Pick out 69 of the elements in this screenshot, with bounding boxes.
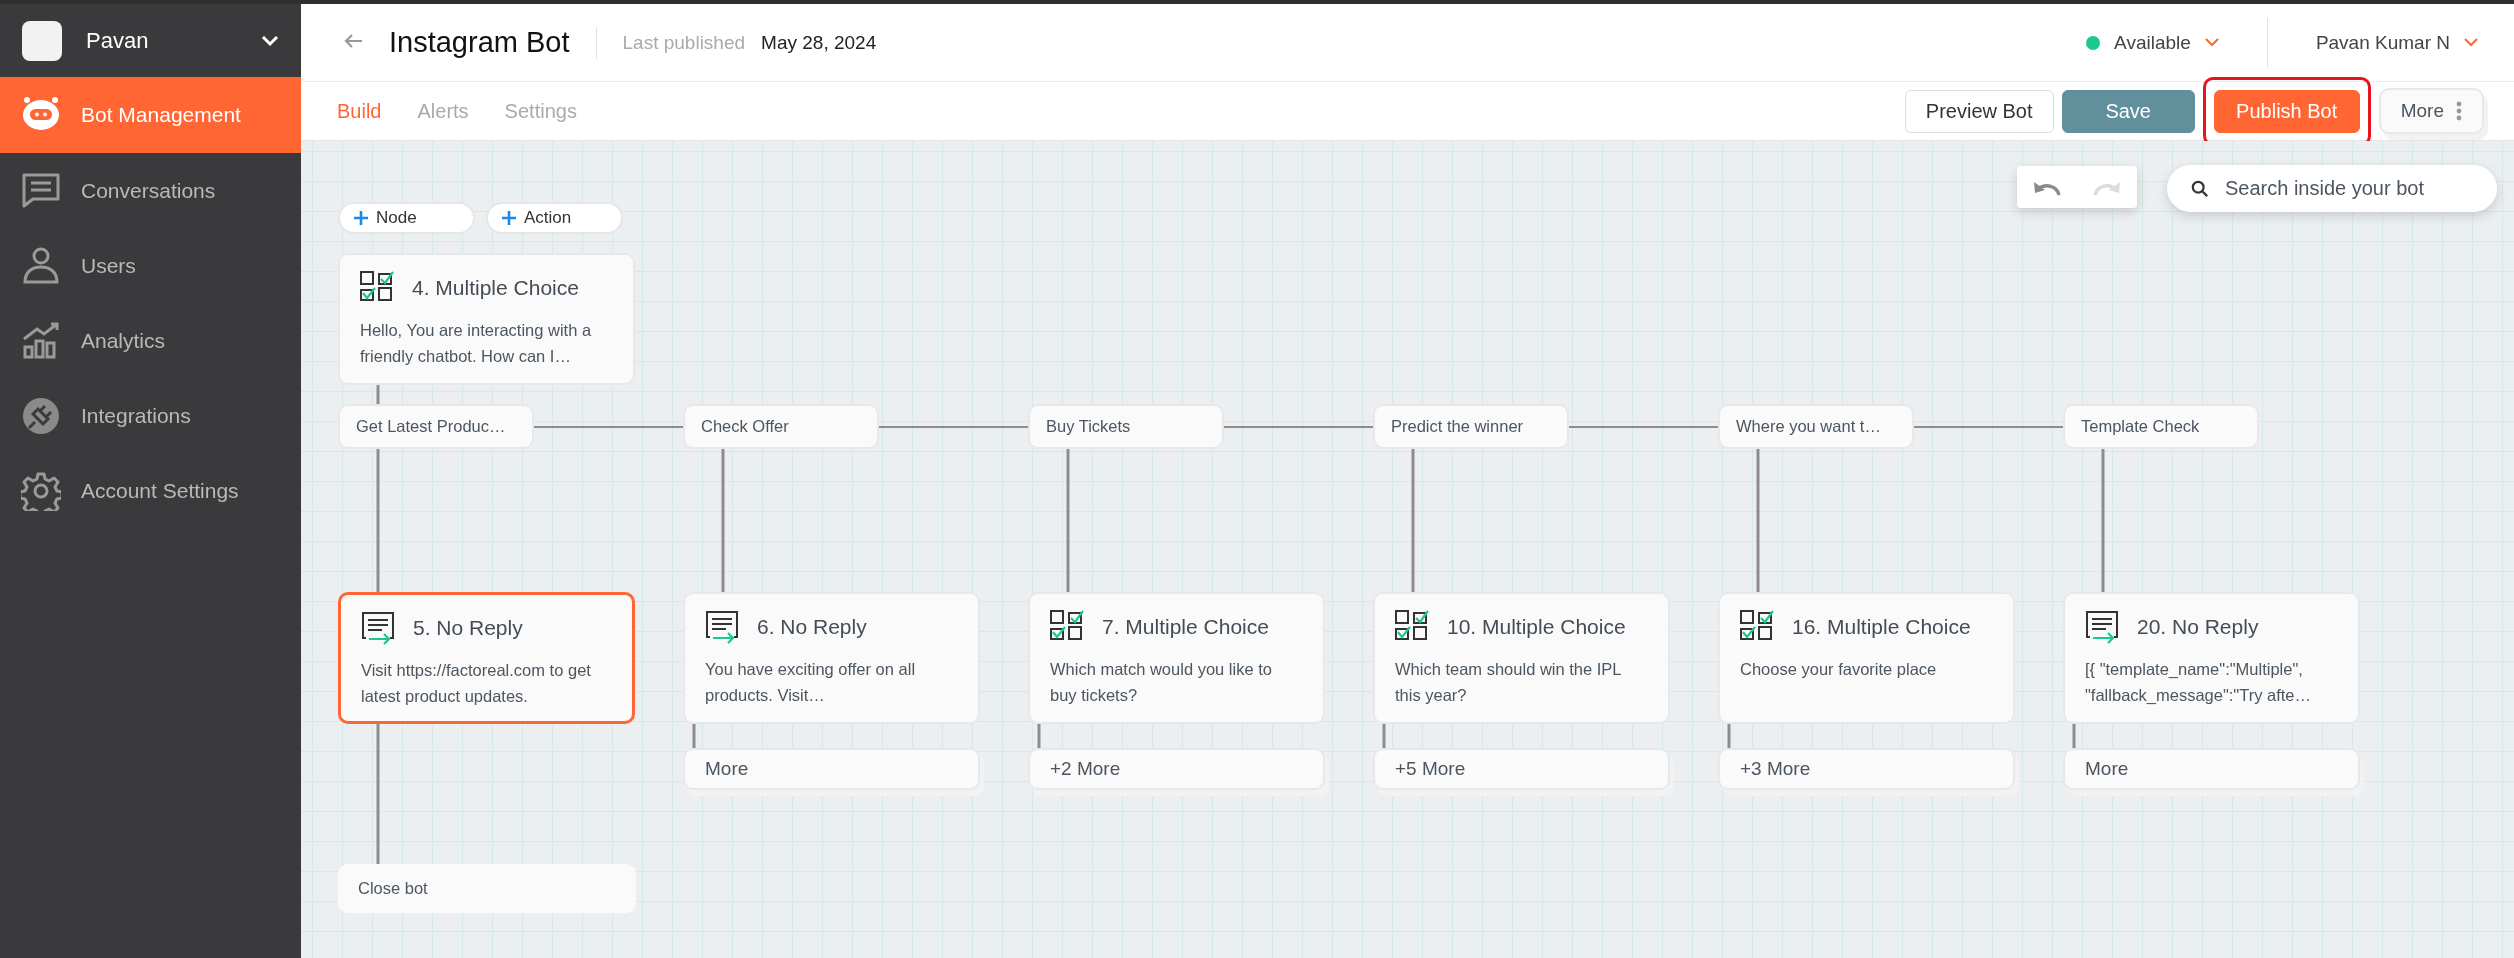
node-message: You have exciting offer on all products. Visit… [705, 659, 917, 706]
add-button[interactable]: Node [338, 202, 475, 234]
node-message: Choose your favorite place [1740, 659, 1938, 680]
node-title: 16. Multiple Choice [1792, 615, 1971, 639]
page-title: Instagram Bot [389, 26, 570, 59]
chevron-down-icon [2464, 38, 2478, 47]
node-title: 5. No Reply [413, 616, 523, 640]
node-card[interactable]: 16. Multiple Choice Choose your favorite place [1718, 592, 2015, 724]
search-input[interactable]: Search inside your bot [2223, 176, 2473, 201]
connector-line [1382, 724, 1386, 748]
status-dot [2086, 35, 2101, 50]
plus-icon [354, 211, 368, 225]
node-message: Hello, You are interacting with a friendly chatbot. How can I… [360, 320, 593, 367]
search-field[interactable]: Search inside your bot [2167, 165, 2497, 212]
connector-line [1727, 724, 1731, 748]
chevron-down-icon [261, 34, 279, 47]
message-arrow-icon [361, 611, 395, 645]
node-card[interactable]: 4. Multiple Choice Hello, You are interacting with a friendly chatbot. How can I… [338, 253, 635, 385]
node-message: Visit https://factoreal.com to get latest product updates. [361, 660, 592, 707]
node-message: Which team should win the IPL this year? [1395, 659, 1622, 706]
node-card[interactable]: 20. No Reply [{ "template_name":"Multiple", "fallback_message":"Try afte… [2063, 592, 2360, 724]
connector-line [692, 724, 696, 748]
option-chip[interactable]: Check Offer [683, 404, 879, 449]
user-dropdown[interactable]: Pavan Kumar N [2309, 30, 2484, 55]
node-title: 7. Multiple Choice [1102, 615, 1269, 639]
settings-icon [21, 470, 61, 511]
plus-icon [502, 211, 516, 225]
user-icon [21, 245, 61, 286]
message-arrow-icon [2085, 610, 2119, 644]
published-date: May 28, 2024 [761, 31, 877, 54]
add-button[interactable]: Action [486, 202, 623, 234]
workspace-logo [22, 20, 62, 61]
node-title: 10. Multiple Choice [1447, 615, 1626, 639]
message-arrow-icon [705, 610, 739, 644]
option-chip[interactable]: Where you want t… [1718, 404, 1914, 449]
node-title: 4. Multiple Choice [412, 276, 579, 300]
connector-line [2072, 724, 2076, 748]
node-card[interactable]: 5. No Reply Visit https://factoreal.com to get latest product updates. [338, 592, 635, 724]
node-title: 6. No Reply [757, 615, 867, 639]
sidebar-item[interactable]: Analytics [0, 303, 301, 378]
node-title: 20. No Reply [2137, 615, 2259, 639]
search-icon [2191, 178, 2209, 199]
node-card[interactable]: 7. Multiple Choice Which match would you like to buy tickets? [1028, 592, 1325, 724]
status-dropdown[interactable]: Available [2080, 30, 2225, 55]
sidebar-item[interactable]: Integrations [0, 378, 301, 453]
connector-line [1037, 724, 1041, 748]
option-chip[interactable]: Predict the winner [1373, 404, 1569, 449]
node-message: [{ "template_name":"Multiple", "fallback_message":"Try afte… [2085, 659, 2313, 706]
chart-icon [21, 320, 61, 361]
preview-button[interactable]: Preview Bot [1904, 89, 2054, 133]
workspace-selector[interactable]: Pavan [0, 4, 301, 77]
back-arrow-icon [343, 33, 363, 49]
node-card[interactable]: 10. Multiple Choice Which team should win the IPL this year? [1373, 592, 1670, 724]
kebab-icon [2456, 101, 2462, 121]
chevron-down-icon [2204, 38, 2219, 47]
node-card[interactable]: Close bot [338, 864, 636, 913]
sidebar-item[interactable]: Users [0, 228, 301, 303]
save-button[interactable]: Save [2061, 89, 2195, 133]
plug-icon [21, 395, 61, 436]
published-label: Last published [622, 31, 746, 54]
sidebar-item[interactable]: Conversations [0, 153, 301, 228]
node-card[interactable]: 6. No Reply You have exciting offer on all products. Visit… [683, 592, 980, 724]
connector-line [376, 385, 380, 404]
option-chip[interactable]: Get Latest Produc… [338, 404, 534, 449]
option-chip[interactable]: Buy Tickets [1028, 404, 1224, 449]
workspace-name: Pavan [86, 27, 150, 54]
sidebar-item[interactable]: Account Settings [0, 453, 301, 528]
node-message: Which match would you like to buy tickets? [1050, 659, 1273, 706]
option-chip[interactable]: Template Check [2063, 404, 2259, 449]
